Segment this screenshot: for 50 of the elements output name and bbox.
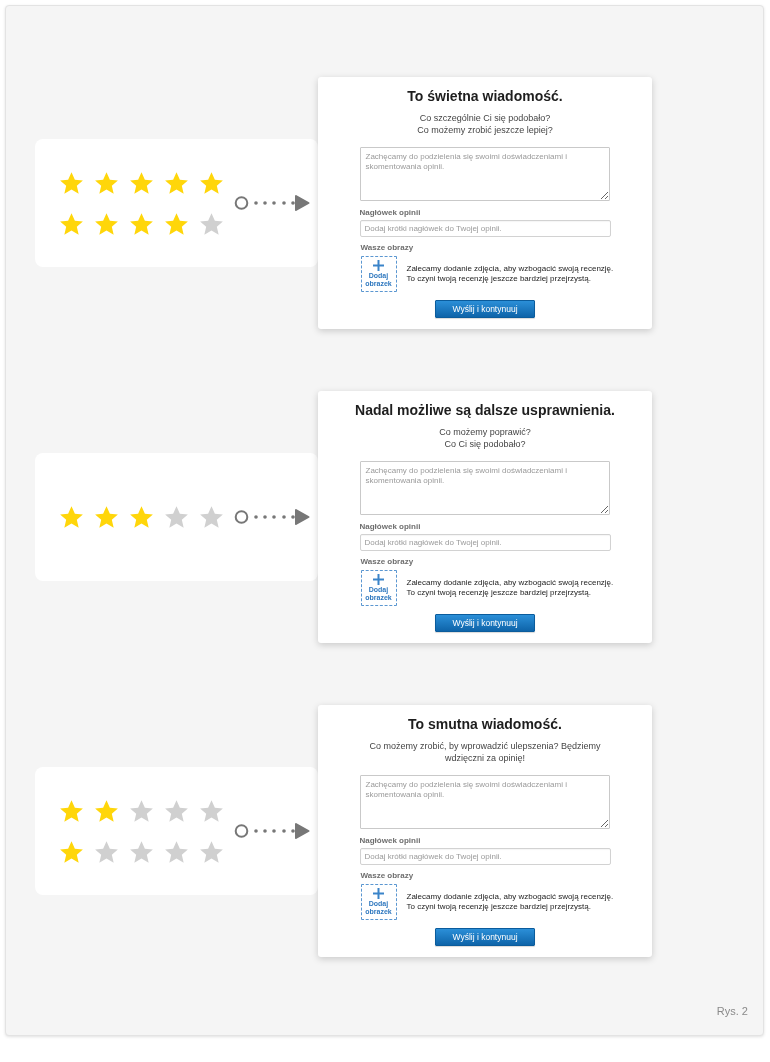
star-icon [130,171,153,194]
star-icon [200,840,223,863]
star-icon [200,506,223,528]
star-icon [95,506,118,528]
headline-field[interactable]: Dodaj krótki nagłówek do Twojej opinii. [359,534,611,551]
star-icon [200,799,223,822]
star-icon [165,506,188,528]
field-label: Nagłówek opinii [359,208,421,218]
prompt-text: Co szczególnie Ci się podobało? Co możemy zrobić jeszcze lepiej? [417,112,553,136]
star-icon [60,171,83,194]
star-icon [95,799,118,822]
hint-text: Zalecamy dodanie zdjęcia, aby wzbogacić swoją recenzję. To czyni twoją recenzję jeszcze bardziej przejrzystą. [406,578,614,598]
field-label: Nagłówek opinii [359,522,421,532]
star-icon [60,212,83,235]
headline-field[interactable]: Dodaj krótki nagłówek do Twojej opinii. [359,848,611,865]
prompt-text: Co możemy zrobić, by wprowadzić ulepszenia? Będziemy wdzięczni za opinię! [368,740,602,764]
star-icon [95,171,118,194]
field-label: Nagłówek opinii [359,836,421,846]
plus-icon [373,260,384,271]
star-icon [130,212,153,235]
star-icon [60,840,83,863]
star-icon [200,171,223,194]
plus-icon [373,574,384,585]
headline-field[interactable]: Dodaj krótki nagłówek do Twojej opinii. [359,220,611,237]
submit-button[interactable]: Wyślij i kontynuuj [435,928,535,946]
card-title: To smutna wiadomość. [408,715,562,733]
star-icon [60,799,83,822]
submit-button[interactable]: Wyślij i kontynuuj [435,614,535,632]
star-icon [165,212,188,235]
star-icon [165,799,188,822]
figure-caption: Rys. 2 [716,1005,748,1018]
star-icon [95,840,118,863]
field-label: Wasze obrazy [360,557,414,567]
star-icon [165,171,188,194]
star-icon [95,212,118,235]
hint-text: Zalecamy dodanie zdjęcia, aby wzbogacić swoją recenzję. To czyni twoją recenzję jeszcze bardziej przejrzystą. [406,892,614,912]
hint-text: Zalecamy dodanie zdjęcia, aby wzbogacić swoją recenzję. To czyni twoją recenzję jeszcze bardziej przejrzystą. [406,264,614,284]
card-title: To świetna wiadomość. [407,87,563,105]
star-icon [60,506,83,528]
plus-icon [373,888,384,899]
star-icon [130,799,153,822]
field-label: Wasze obrazy [360,871,414,881]
prompt-text: Co możemy poprawić? Co Ci się podobało? [439,426,531,450]
star-icon [200,212,223,235]
star-icon [130,840,153,863]
submit-button[interactable]: Wyślij i kontynuuj [435,300,535,318]
star-icon [165,840,188,863]
field-label: Wasze obrazy [360,243,414,253]
card-title: Nadal możliwe są dalsze usprawnienia. [355,401,615,419]
star-icon [130,506,153,528]
